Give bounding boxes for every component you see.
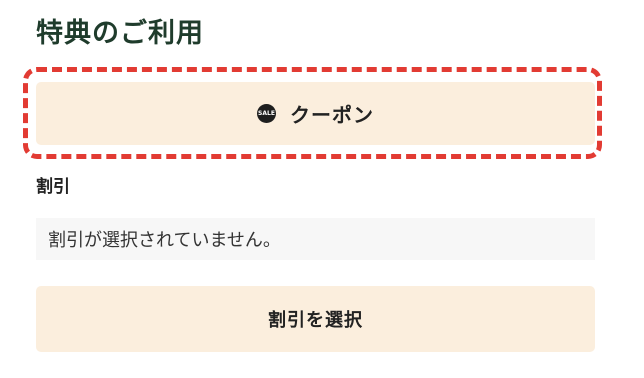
discount-heading: 割引 [36,177,70,197]
sale-badge-icon: SALE [257,104,276,123]
page-title: 特典のご利用 [36,18,204,49]
discount-status-text: 割引が選択されていません。 [36,218,595,260]
select-discount-button[interactable]: 割引を選択 [36,286,595,352]
coupon-button[interactable]: SALE クーポン [36,82,595,145]
coupon-button-label: クーポン [290,103,374,127]
